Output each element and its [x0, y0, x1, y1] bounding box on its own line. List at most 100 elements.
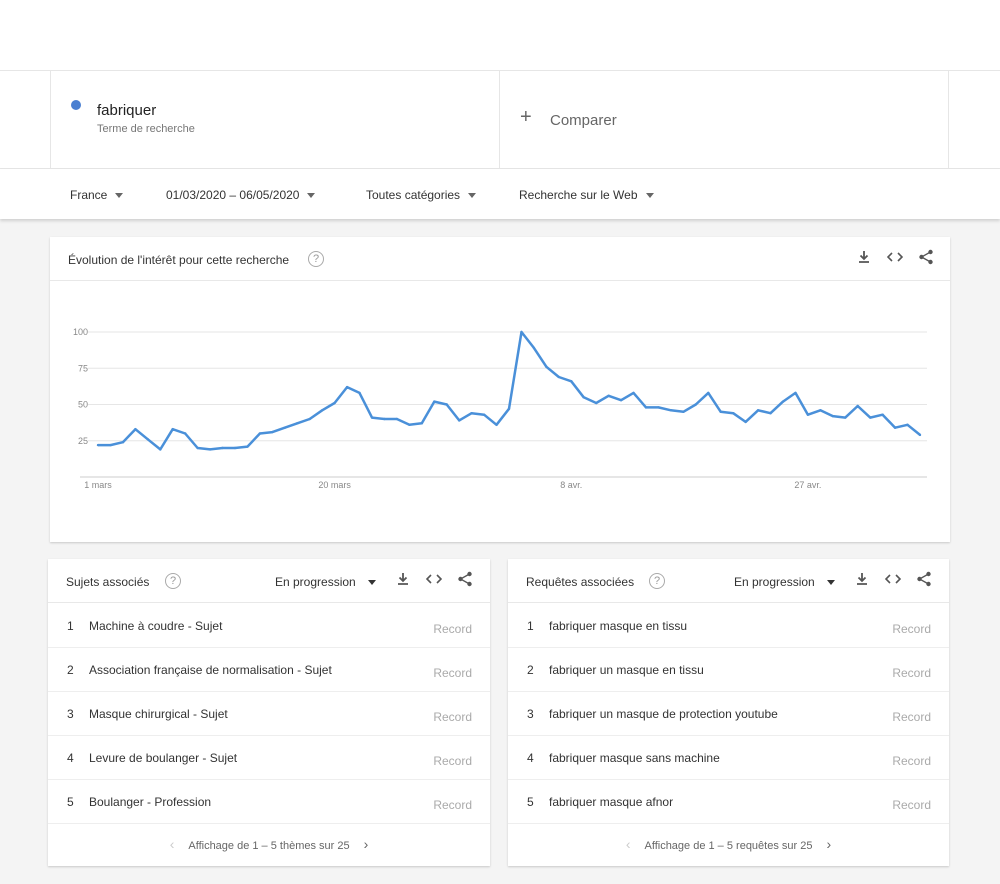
row-label[interactable]: fabriquer masque afnor	[549, 795, 673, 809]
data-point[interactable]	[345, 385, 349, 389]
sort-dropdown[interactable]: En progression	[275, 575, 376, 589]
data-point[interactable]	[271, 430, 274, 434]
source-filter[interactable]: Recherche sur le Web	[519, 188, 654, 202]
row-label[interactable]: Masque chirurgical - Sujet	[89, 707, 228, 721]
data-point[interactable]	[918, 433, 922, 437]
data-point[interactable]	[557, 375, 561, 379]
data-point[interactable]	[420, 422, 424, 425]
row-label[interactable]: Machine à coudre - Sujet	[89, 619, 222, 633]
embed-icon[interactable]	[424, 571, 444, 591]
series-line[interactable]	[98, 330, 921, 451]
previous-page-icon[interactable]: ‹	[626, 822, 631, 866]
help-icon[interactable]: ?	[649, 573, 665, 589]
row-label[interactable]: fabriquer un masque en tissu	[549, 663, 704, 677]
list-item[interactable]: 2 Association française de normalisation…	[48, 648, 490, 692]
list-item[interactable]: 3 fabriquer un masque de protection yout…	[508, 692, 949, 736]
row-label[interactable]: fabriquer masque en tissu	[549, 619, 687, 633]
data-point[interactable]	[171, 427, 174, 431]
data-point[interactable]	[570, 380, 573, 383]
data-point[interactable]	[632, 391, 635, 395]
data-point[interactable]	[619, 398, 623, 402]
list-item[interactable]: 4 Levure de boulanger - Sujet Record	[48, 736, 490, 780]
data-point[interactable]	[769, 412, 772, 415]
data-point[interactable]	[607, 394, 610, 397]
data-point[interactable]	[495, 423, 498, 426]
data-point[interactable]	[682, 410, 685, 413]
data-point[interactable]	[545, 365, 548, 368]
data-point[interactable]	[781, 400, 785, 403]
download-icon[interactable]	[393, 571, 413, 591]
data-point[interactable]	[669, 409, 673, 412]
embed-icon[interactable]	[883, 571, 903, 591]
date-filter[interactable]: 01/03/2020 – 06/05/2020	[166, 188, 316, 202]
help-icon[interactable]: ?	[165, 573, 181, 589]
list-item[interactable]: 4 fabriquer masque sans machine Record	[508, 736, 949, 780]
list-item[interactable]: 3 Masque chirurgical - Sujet Record	[48, 692, 490, 736]
data-point[interactable]	[146, 438, 150, 441]
data-point[interactable]	[893, 426, 897, 429]
data-point[interactable]	[856, 404, 859, 408]
data-point[interactable]	[744, 420, 747, 424]
share-icon[interactable]	[914, 571, 934, 591]
data-point[interactable]	[756, 409, 760, 412]
data-point[interactable]	[109, 443, 112, 447]
data-point[interactable]	[246, 445, 249, 448]
data-point[interactable]	[844, 416, 847, 419]
data-point[interactable]	[121, 441, 125, 444]
data-point[interactable]	[333, 401, 336, 405]
list-item[interactable]: 2 fabriquer un masque en tissu Record	[508, 648, 949, 692]
data-point[interactable]	[594, 401, 598, 405]
data-point[interactable]	[233, 446, 237, 450]
data-point[interactable]	[482, 413, 486, 416]
row-label[interactable]: fabriquer masque sans machine	[549, 751, 720, 765]
data-point[interactable]	[370, 416, 374, 419]
data-point[interactable]	[358, 391, 361, 395]
next-page-icon[interactable]: ›	[364, 822, 369, 866]
data-point[interactable]	[507, 407, 511, 411]
list-item[interactable]: 5 Boulanger - Profession Record	[48, 780, 490, 824]
data-point[interactable]	[296, 422, 299, 425]
data-point[interactable]	[457, 419, 461, 422]
row-label[interactable]: Levure de boulanger - Sujet	[89, 751, 237, 765]
data-point[interactable]	[644, 406, 648, 409]
list-item[interactable]: 1 fabriquer masque en tissu Record	[508, 604, 949, 648]
data-point[interactable]	[694, 403, 698, 406]
data-point[interactable]	[831, 414, 835, 418]
share-icon[interactable]	[916, 249, 936, 269]
data-point[interactable]	[719, 410, 722, 413]
data-point[interactable]	[433, 400, 436, 403]
data-point[interactable]	[408, 423, 411, 426]
data-point[interactable]	[731, 412, 735, 415]
row-label[interactable]: fabriquer un masque de protection youtub…	[549, 707, 778, 721]
data-point[interactable]	[445, 403, 448, 406]
help-icon[interactable]: ?	[308, 251, 324, 267]
data-point[interactable]	[806, 413, 810, 416]
data-point[interactable]	[383, 417, 386, 421]
data-point[interactable]	[532, 346, 536, 350]
search-term-name[interactable]: fabriquer	[97, 102, 156, 119]
data-point[interactable]	[881, 413, 884, 416]
compare-button[interactable]: + Comparer	[500, 71, 949, 169]
row-label[interactable]: Boulanger - Profession	[89, 795, 211, 809]
data-point[interactable]	[395, 417, 399, 421]
data-point[interactable]	[308, 417, 311, 421]
category-filter[interactable]: Toutes catégories	[366, 188, 477, 202]
data-point[interactable]	[520, 330, 523, 334]
previous-page-icon[interactable]: ‹	[170, 822, 175, 866]
data-point[interactable]	[258, 432, 262, 435]
data-point[interactable]	[906, 423, 909, 426]
data-point[interactable]	[794, 391, 797, 395]
data-point[interactable]	[221, 446, 224, 450]
download-icon[interactable]	[852, 571, 872, 591]
search-term-card[interactable]: fabriquer Terme de recherche	[50, 71, 500, 169]
data-point[interactable]	[159, 448, 162, 451]
data-point[interactable]	[96, 443, 100, 447]
data-point[interactable]	[320, 409, 324, 412]
next-page-icon[interactable]: ›	[826, 822, 831, 866]
data-point[interactable]	[657, 406, 660, 409]
row-label[interactable]: Association française de normalisation -…	[89, 663, 332, 677]
list-item[interactable]: 5 fabriquer masque afnor Record	[508, 780, 949, 824]
data-point[interactable]	[582, 396, 585, 399]
share-icon[interactable]	[455, 571, 475, 591]
sort-dropdown[interactable]: En progression	[734, 575, 835, 589]
